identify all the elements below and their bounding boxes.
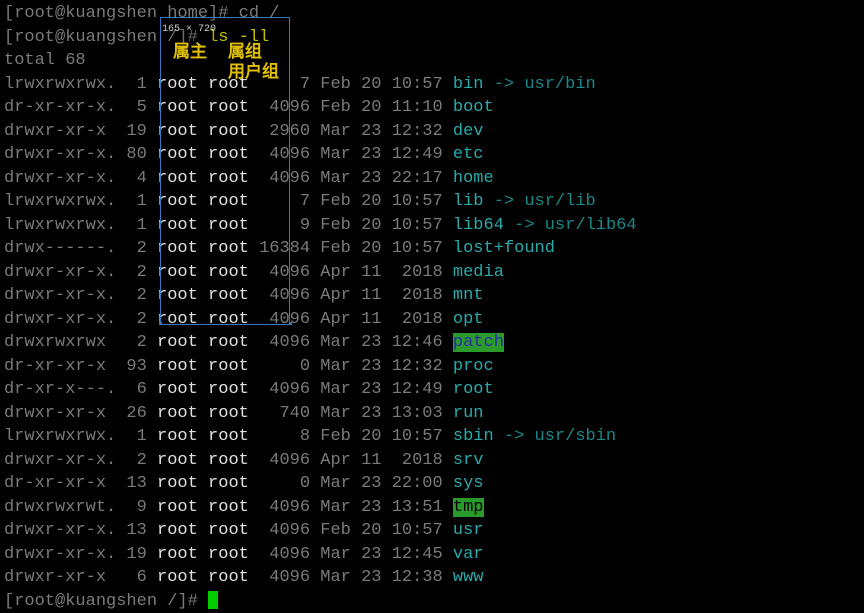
ls-row: drwxr-xr-x. 2 root root 4096 Apr 11 2018… bbox=[4, 449, 860, 473]
ls-row: drwxr-xr-x. 80 root root 4096 Mar 23 12:… bbox=[4, 143, 860, 167]
prompt-line-3[interactable]: [root@kuangshen /]# bbox=[4, 590, 860, 613]
ls-row: drwxr-xr-x 6 root root 4096 Mar 23 12:38… bbox=[4, 566, 860, 590]
total-line: total 68 bbox=[4, 49, 860, 73]
cursor[interactable] bbox=[208, 591, 218, 609]
prompt-line-1: [root@kuangshen home]# cd / bbox=[4, 2, 860, 26]
ls-row: drwxrwxrwx 2 root root 4096 Mar 23 12:46… bbox=[4, 331, 860, 355]
ls-row: drwxr-xr-x 19 root root 2960 Mar 23 12:3… bbox=[4, 120, 860, 144]
ls-row: drwxr-xr-x. 4 root root 4096 Mar 23 22:1… bbox=[4, 167, 860, 191]
ls-row: lrwxrwxrwx. 1 root root 9 Feb 20 10:57 l… bbox=[4, 214, 860, 238]
ls-row: drwxr-xr-x. 2 root root 4096 Apr 11 2018… bbox=[4, 308, 860, 332]
ls-row: dr-xr-xr-x 13 root root 0 Mar 23 22:00 s… bbox=[4, 472, 860, 496]
selection-size-label: 165 × 720 bbox=[162, 18, 216, 42]
ls-row: drwxr-xr-x 26 root root 740 Mar 23 13:03… bbox=[4, 402, 860, 426]
ls-row: drwxr-xr-x. 2 root root 4096 Apr 11 2018… bbox=[4, 261, 860, 285]
ls-row: dr-xr-xr-x. 5 root root 4096 Feb 20 11:1… bbox=[4, 96, 860, 120]
ls-output: lrwxrwxrwx. 1 root root 7 Feb 20 10:57 b… bbox=[4, 73, 860, 590]
column-label-group: 属组 用户组 bbox=[228, 44, 279, 84]
ls-row: drwxr-xr-x. 2 root root 4096 Apr 11 2018… bbox=[4, 284, 860, 308]
box-handle bbox=[159, 322, 162, 325]
ls-row: drwxr-xr-x. 19 root root 4096 Mar 23 12:… bbox=[4, 543, 860, 567]
ls-row: dr-xr-xr-x 93 root root 0 Mar 23 12:32 p… bbox=[4, 355, 860, 379]
ls-row: lrwxrwxrwx. 1 root root 7 Feb 20 10:57 l… bbox=[4, 190, 860, 214]
prompt-line-2: [root@kuangshen /]# ls -ll bbox=[4, 26, 860, 50]
ls-row: lrwxrwxrwx. 1 root root 8 Feb 20 10:57 s… bbox=[4, 425, 860, 449]
box-handle bbox=[289, 322, 292, 325]
ls-row: dr-xr-x---. 6 root root 4096 Mar 23 12:4… bbox=[4, 378, 860, 402]
ls-row: drwxrwxrwt. 9 root root 4096 Mar 23 13:5… bbox=[4, 496, 860, 520]
ls-row: drwx------. 2 root root 16384 Feb 20 10:… bbox=[4, 237, 860, 261]
ls-row: lrwxrwxrwx. 1 root root 7 Feb 20 10:57 b… bbox=[4, 73, 860, 97]
ls-row: drwxr-xr-x. 13 root root 4096 Feb 20 10:… bbox=[4, 519, 860, 543]
column-label-owner: 属主 bbox=[173, 44, 207, 64]
